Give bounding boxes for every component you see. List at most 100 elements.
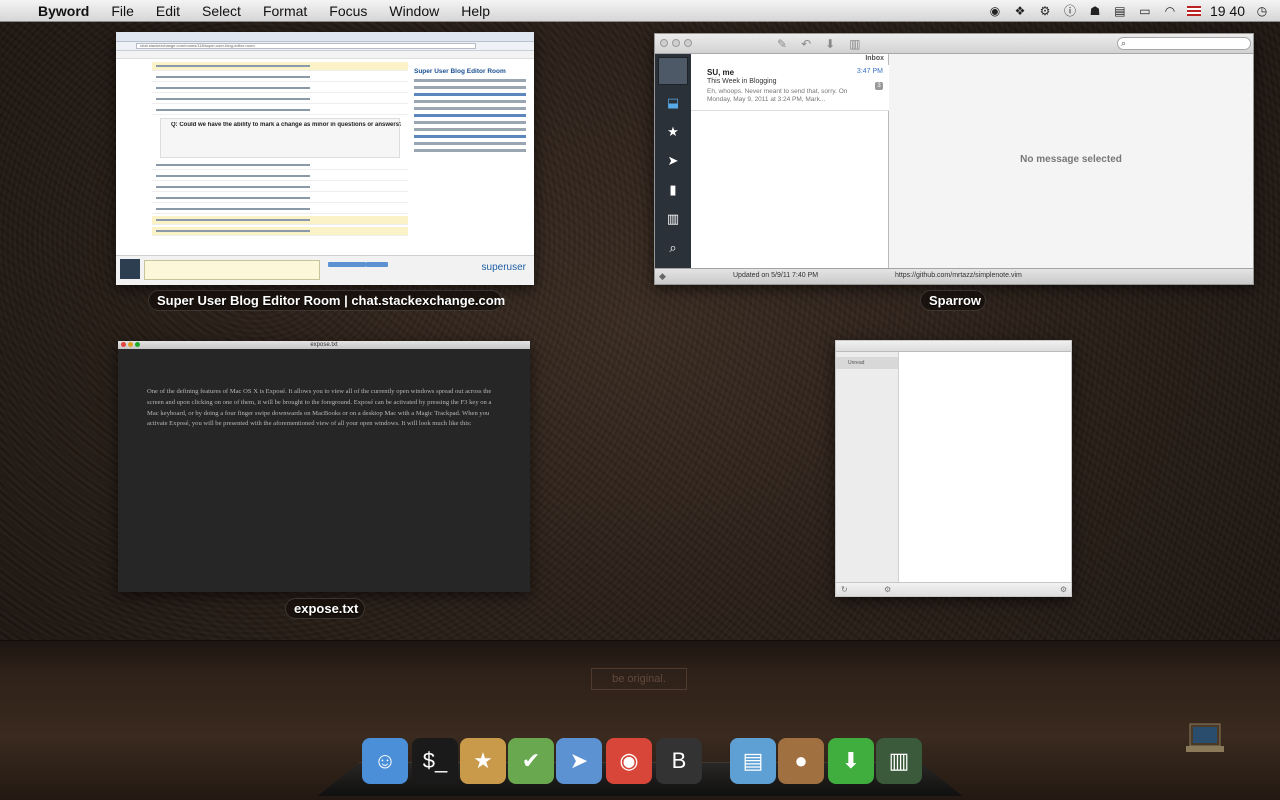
traffic-lights <box>660 39 692 47</box>
chrome-ghost-icon[interactable]: ◉ <box>987 3 1003 19</box>
archive-icon[interactable]: ⬇ <box>825 37 835 51</box>
chat-message <box>152 172 408 181</box>
superuser-logo: superuser <box>481 262 526 273</box>
computer-icon[interactable] <box>1184 720 1230 758</box>
chat-message <box>152 84 408 93</box>
info-icon[interactable]: ⓘ <box>1062 3 1078 19</box>
dropbox-icon[interactable]: ❖ <box>1012 3 1028 19</box>
package-icon[interactable]: ★ <box>460 738 506 784</box>
gear-icon[interactable]: ⚙ <box>884 585 891 594</box>
inbox-selector[interactable]: Inbox <box>865 55 884 62</box>
sparrow-footer: ◆ Updated on 5/9/11 7:40 PM https://gith… <box>655 268 1253 284</box>
list-item[interactable]: SU, me 3:47 PM This Week in Blogging Eh,… <box>691 65 889 111</box>
gear-icon[interactable]: ⚙ <box>1037 3 1053 19</box>
terminal-icon[interactable]: $_ <box>412 738 458 784</box>
help-button[interactable] <box>366 262 388 267</box>
search-icon[interactable]: ⌕ <box>655 233 691 262</box>
menu-format[interactable]: Format <box>252 3 318 19</box>
window-label-sparrow[interactable]: Sparrow <box>920 290 986 311</box>
ghost-icon[interactable]: ☗ <box>1087 3 1103 19</box>
sparrow-titlebar: ✎ ↶ ⬇ ▥ ⌕ <box>655 34 1253 54</box>
chat-message <box>152 95 408 104</box>
wifi-icon[interactable]: ◠ <box>1162 3 1178 19</box>
chat-message <box>152 227 408 236</box>
window-label-chrome[interactable]: Super User Blog Editor Room | chat.stack… <box>148 290 505 311</box>
notes-icon[interactable]: ▤ <box>1112 3 1128 19</box>
sparrow-rail: ⬓ ★ ➤ ▮ ▥ ⌕ <box>655 54 691 269</box>
room-sidebar: Super User Blog Editor Room <box>414 62 526 252</box>
footer-url: https://github.com/mrtazz/simplenote.vim <box>895 272 1022 279</box>
document-body[interactable]: One of the defining features of Mac OS X… <box>147 387 499 430</box>
chat-input-row: superuser <box>116 255 534 285</box>
updated-status: Updated on 5/9/11 7:40 PM <box>733 272 819 279</box>
acorn-icon[interactable]: ● <box>778 738 824 784</box>
menu-select[interactable]: Select <box>191 3 252 19</box>
sent-icon[interactable]: ➤ <box>655 146 691 175</box>
menu-file[interactable]: File <box>100 3 145 19</box>
time-machine-icon[interactable]: ◷ <box>1254 3 1270 19</box>
tag-icon[interactable]: ◆ <box>659 271 666 282</box>
mail-preview: Eh, whoops. Never meant to send that, so… <box>707 88 848 103</box>
trash-icon[interactable]: ▥ <box>849 37 860 51</box>
menu-edit[interactable]: Edit <box>145 3 191 19</box>
window-sparrow[interactable]: ✎ ↶ ⬇ ▥ ⌕ ⬓ ★ ➤ ▮ ▥ ⌕ Inbox SU, me 3:47 … <box>654 33 1254 285</box>
menu-clock[interactable]: 19 40 <box>1210 3 1245 19</box>
flag-us-icon[interactable] <box>1186 5 1201 16</box>
archive-icon[interactable]: ▤ <box>730 738 776 784</box>
drafts-icon[interactable]: ▮ <box>655 175 691 204</box>
app-menu[interactable]: Byword <box>34 3 100 19</box>
bookmarks-bar <box>116 51 534 59</box>
account-avatar[interactable] <box>658 57 688 85</box>
question-title: Q: Could we have the ability to mark a c… <box>171 122 401 128</box>
reply-icon[interactable]: ↶ <box>801 37 811 51</box>
menu-bar: Byword File Edit Select Format Focus Win… <box>0 0 1280 22</box>
chat-input[interactable] <box>144 260 320 280</box>
sidebar-line <box>414 107 526 110</box>
window-chrome[interactable]: chat.stackexchange.com/rooms/118/super-u… <box>116 32 534 285</box>
gear-icon[interactable]: ⚙ <box>1060 585 1067 594</box>
close-icon[interactable] <box>660 39 668 47</box>
menu-focus[interactable]: Focus <box>318 3 378 19</box>
address-bar: chat.stackexchange.com/rooms/118/super-u… <box>116 42 534 51</box>
byword-titlebar: expose.txt <box>118 341 530 349</box>
compose-icon[interactable]: ✎ <box>777 37 787 51</box>
thread-count-badge: 3 <box>875 82 883 90</box>
sidebar-line <box>414 114 526 117</box>
mail-from: SU, me <box>707 68 735 77</box>
chat-message <box>152 194 408 203</box>
mail-time: 3:47 PM <box>856 68 883 75</box>
window-titlebar <box>836 341 1071 352</box>
star-icon[interactable]: ★ <box>655 117 691 146</box>
sparrow-icon[interactable]: ➤ <box>556 738 602 784</box>
search-icon: ⌕ <box>1121 38 1127 48</box>
status-area: ◉ ❖ ⚙ ⓘ ☗ ▤ ▭ ◠ 19 40 ◷ <box>987 3 1280 19</box>
search-input[interactable]: ⌕ <box>1117 37 1251 50</box>
finder-icon[interactable]: ☺ <box>362 738 408 784</box>
desktop-stamp: be original. <box>591 668 687 690</box>
menu-help[interactable]: Help <box>450 3 501 19</box>
sidebar-item-unread[interactable]: Unread <box>836 357 898 369</box>
battery-icon[interactable]: ▭ <box>1137 3 1153 19</box>
sidebar-line <box>414 79 526 82</box>
onebox-question: Q: Could we have the ability to mark a c… <box>160 118 401 158</box>
checkmark-app-icon[interactable]: ✔ <box>508 738 554 784</box>
sidebar-line <box>414 142 526 145</box>
upload-button[interactable] <box>344 262 366 267</box>
room-title: Super User Blog Editor Room <box>414 68 506 75</box>
trash-icon[interactable]: ▥ <box>655 204 691 233</box>
sidebar-line <box>414 100 526 103</box>
inbox-icon[interactable]: ⬓ <box>655 88 691 117</box>
zoom-icon[interactable] <box>684 39 692 47</box>
jar-icon[interactable]: ▥ <box>876 738 922 784</box>
refresh-icon[interactable]: ↻ <box>841 585 848 594</box>
menu-window[interactable]: Window <box>378 3 450 19</box>
window-label-byword[interactable]: expose.txt <box>285 598 365 619</box>
url-field: chat.stackexchange.com/rooms/118/super-u… <box>136 43 476 49</box>
avatar <box>120 259 140 279</box>
window-byword[interactable]: expose.txt One of the defining features … <box>118 341 530 592</box>
download-icon[interactable]: ⬇ <box>828 738 874 784</box>
window-notes-app[interactable]: Unread ↻ ⚙ ⚙ <box>835 340 1072 597</box>
byword-icon[interactable]: B <box>656 738 702 784</box>
chrome-icon[interactable]: ◉ <box>606 738 652 784</box>
minimize-icon[interactable] <box>672 39 680 47</box>
